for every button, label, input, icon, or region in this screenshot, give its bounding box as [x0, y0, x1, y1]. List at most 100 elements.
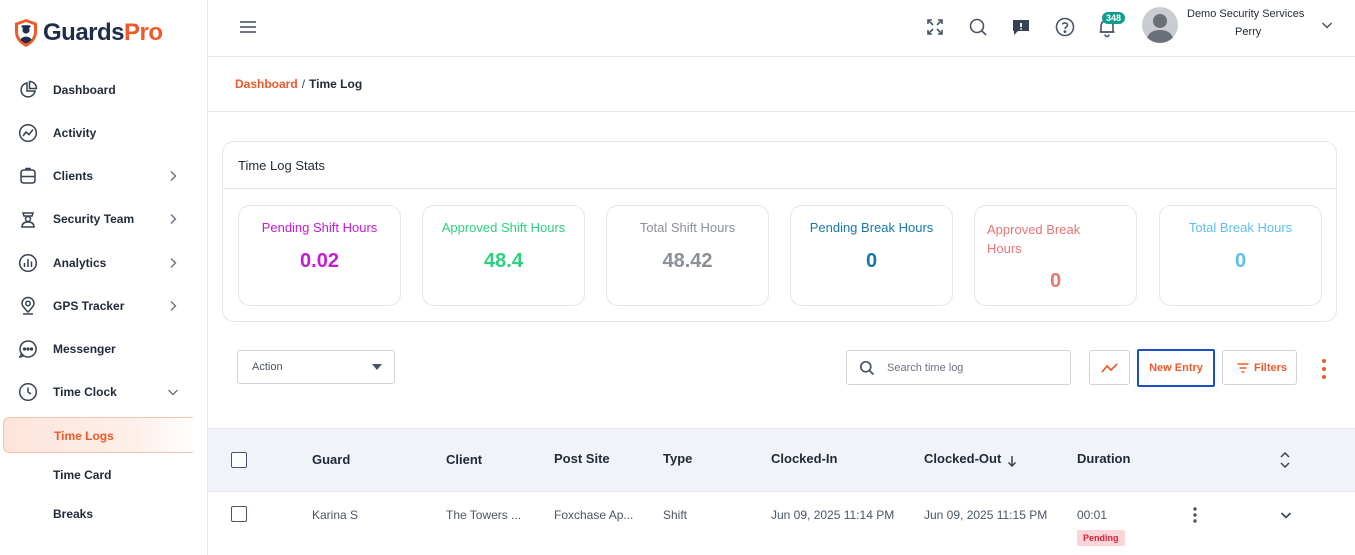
cell-post-site: Foxchase Ap... [554, 508, 634, 522]
row-expand-chevron-icon[interactable] [1279, 508, 1293, 522]
fullscreen-icon[interactable] [924, 16, 946, 38]
sidebar-item-messenger[interactable]: Messenger [0, 329, 208, 369]
sidebar-item-dashboard[interactable]: Dashboard [0, 70, 208, 110]
sidebar-item-label: Clients [53, 169, 94, 183]
row-more-options-icon[interactable] [1191, 506, 1199, 524]
sidebar-item-gps-tracker[interactable]: GPS Tracker [0, 286, 208, 326]
table-header: Guard Client Post Site Type Clocked-In C… [208, 428, 1355, 492]
select-all-checkbox[interactable] [231, 452, 247, 468]
sidebar-item-label: Dashboard [53, 83, 116, 97]
stat-value: 0 [1234, 250, 1247, 272]
sidebar-item-label: GPS Tracker [53, 299, 125, 313]
chat-bubble-icon [18, 340, 37, 359]
collapse-all-icon[interactable] [1279, 451, 1291, 469]
search-input[interactable] [887, 359, 1057, 377]
sidebar-subitem-time-card[interactable]: Time Card [0, 457, 208, 493]
filter-lines-icon [1237, 363, 1249, 373]
filters-label: Filters [1254, 362, 1288, 374]
stat-value: 0.02 [300, 250, 339, 272]
table-row[interactable]: Karina S The Towers ... Foxchase Ap... S… [208, 492, 1355, 555]
sidebar-item-analytics[interactable]: Analytics [0, 243, 208, 283]
brand-logo[interactable]: GuardsPro [13, 18, 163, 48]
breadcrumb-dashboard-link[interactable]: Dashboard [235, 77, 298, 91]
sidebar-item-security-team[interactable]: Security Team [0, 199, 208, 239]
stat-label: Total Break Hours [1188, 220, 1293, 235]
more-options-icon[interactable] [1316, 356, 1332, 382]
bar-chart-icon [18, 253, 38, 273]
stat-label: Pending Shift Hours [261, 220, 378, 235]
sidebar-item-time-clock[interactable]: Time Clock [0, 372, 208, 412]
action-select-value: Action [252, 361, 283, 373]
filters-button[interactable]: Filters [1222, 350, 1297, 385]
search-icon [859, 360, 875, 376]
hamburger-icon[interactable] [239, 19, 257, 35]
briefcase-icon [20, 167, 36, 184]
sidebar-subitem-label: Time Logs [54, 429, 114, 443]
cell-clocked-in: Jun 09, 2025 11:14 PM [771, 508, 895, 522]
stat-pending-break-hours: Pending Break Hours 0 [790, 205, 953, 306]
column-header-clocked-out[interactable]: Clocked-Out [924, 451, 1001, 466]
stat-value: 48.4 [484, 250, 523, 272]
column-header-client[interactable]: Client [446, 452, 482, 467]
action-select[interactable]: Action [237, 350, 395, 384]
sidebar-item-label: Time Clock [53, 385, 117, 399]
stat-label: Pending Break Hours [809, 220, 934, 235]
chevron-right-icon [170, 171, 177, 181]
help-icon[interactable] [1054, 16, 1076, 38]
sidebar-subitem-time-logs[interactable]: Time Logs [3, 417, 193, 453]
breadcrumb-bar: Dashboard / Time Log [208, 57, 1355, 112]
sidebar-subitem-label: Time Card [53, 468, 112, 482]
feedback-icon[interactable] [1010, 16, 1032, 38]
sidebar-item-clients[interactable]: Clients [0, 156, 208, 196]
row-checkbox[interactable] [231, 506, 247, 522]
trend-chart-button[interactable] [1089, 350, 1130, 385]
new-entry-button[interactable]: New Entry [1137, 349, 1215, 387]
sort-arrow-down-icon[interactable] [1007, 455, 1017, 467]
breadcrumb-current: Time Log [309, 77, 363, 91]
trend-line-icon [1101, 363, 1118, 373]
stats-divider [223, 188, 1336, 189]
sidebar-subitem-label: Breaks [53, 507, 94, 521]
brand-name: GuardsPro [43, 19, 163, 46]
sidebar-item-label: Activity [53, 126, 97, 140]
chevron-right-icon [170, 258, 177, 268]
column-header-duration[interactable]: Duration [1077, 451, 1130, 466]
stat-value: 0 [865, 250, 878, 272]
location-pin-icon [21, 296, 35, 315]
chevron-right-icon [170, 301, 177, 311]
stat-label: Approved Break Hours [987, 222, 1081, 256]
stats-title: Time Log Stats [238, 158, 325, 173]
stat-label: Total Shift Hours [639, 220, 736, 235]
cell-clocked-out: Jun 09, 2025 11:15 PM [924, 508, 1048, 522]
stat-label: Approved Shift Hours [441, 220, 566, 235]
pie-chart-icon [20, 80, 38, 98]
user-silhouette-icon [1146, 14, 1174, 43]
column-header-type[interactable]: Type [663, 451, 692, 466]
cell-guard[interactable]: Karina S [312, 508, 358, 522]
shield-logo-icon [15, 19, 37, 47]
sidebar-item-label: Messenger [53, 342, 116, 356]
sidebar-item-label: Analytics [53, 256, 107, 270]
avatar[interactable] [1142, 7, 1178, 43]
guard-icon [21, 212, 35, 228]
breadcrumb-separator: / [301, 77, 306, 91]
search-time-log-box [846, 350, 1071, 385]
user-company[interactable]: Demo Security Services [1187, 8, 1304, 20]
cell-duration: 00:01 [1077, 508, 1108, 522]
chevron-down-icon[interactable] [1320, 18, 1334, 32]
sidebar-item-activity[interactable]: Activity [0, 113, 208, 153]
search-icon[interactable] [967, 16, 989, 38]
status-badge: Pending [1077, 530, 1125, 546]
clock-icon [18, 382, 38, 402]
cell-type: Shift [663, 508, 688, 522]
column-header-clocked-in[interactable]: Clocked-In [771, 451, 837, 466]
caret-down-icon [372, 364, 382, 370]
activity-icon [18, 123, 38, 143]
stat-total-shift-hours: Total Shift Hours 48.42 [606, 205, 769, 306]
user-name[interactable]: Perry [1235, 26, 1261, 38]
column-header-guard[interactable]: Guard [312, 452, 350, 467]
column-header-post-site[interactable]: Post Site [554, 451, 610, 466]
cell-client: The Towers ... [446, 508, 522, 522]
sidebar-subitem-breaks[interactable]: Breaks [0, 496, 208, 532]
stat-approved-break-hours: Approved Break Hours 0 [974, 205, 1137, 306]
